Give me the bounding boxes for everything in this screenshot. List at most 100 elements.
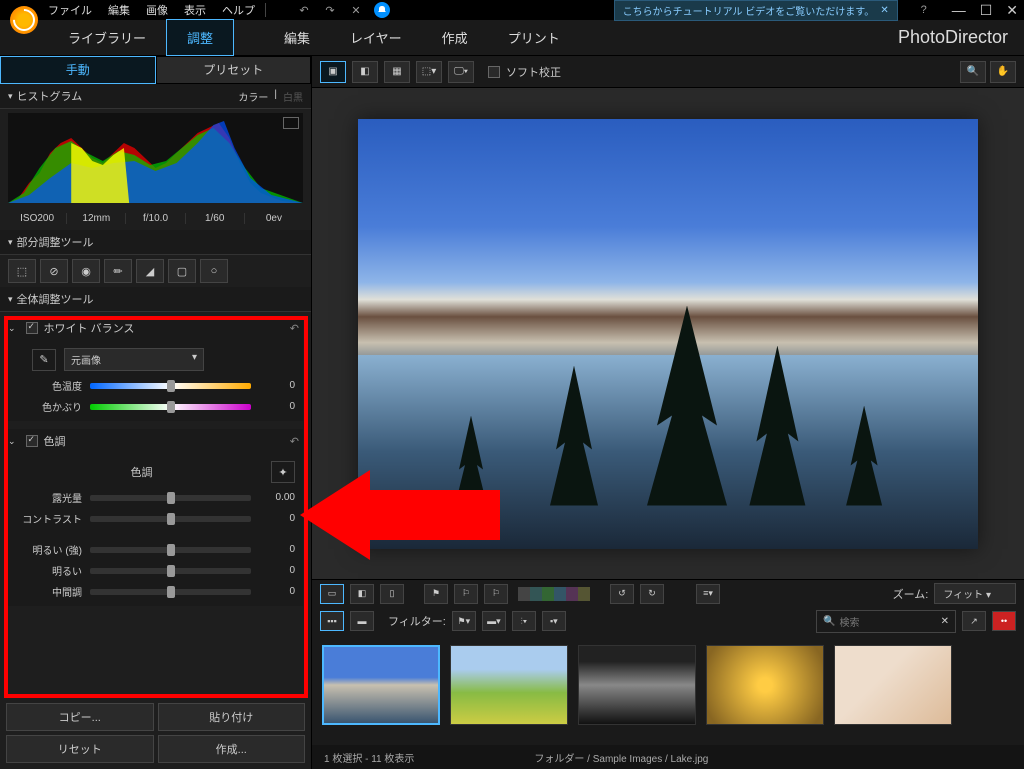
rotate-cw-icon[interactable]: ↻ [640,584,664,604]
clipping-warn-icon[interactable] [283,117,299,129]
auto-tone-icon[interactable]: ✦ [271,461,295,483]
clear-search-icon[interactable]: ✕ [941,616,949,627]
histo-bw[interactable]: 白黒 [283,89,303,104]
share-icon[interactable]: •• [992,611,1016,631]
chevron-down-icon: ▾ [8,237,13,248]
gradient-tool-icon[interactable]: ◢ [136,259,164,283]
flag-reject-icon[interactable]: ⚐ [454,584,478,604]
copy-button[interactable]: コピー... [6,703,154,731]
tab-library[interactable]: ライブラリー [48,20,166,55]
close-icon[interactable]: ✕ [1006,2,1018,19]
view-multi-icon[interactable]: ⬚▾ [416,61,442,83]
menu-view[interactable]: 表示 [184,2,206,18]
histogram-display [8,113,303,203]
local-tools-header[interactable]: ▾ 部分調整ツール [0,230,311,255]
global-tools-header[interactable]: ▾ 全体調整ツール [0,287,311,312]
wb-preset-dropdown[interactable]: 元画像▾ [64,348,204,371]
layout-2-icon[interactable]: ◧ [350,584,374,604]
radial-tool-icon[interactable]: ▢ [168,259,196,283]
layout-1-icon[interactable]: ▭ [320,584,344,604]
chevron-down-icon: ▾ [192,352,197,367]
redo-icon[interactable]: ↷ [322,2,338,18]
tab-create[interactable]: 作成 [422,20,488,55]
tint-slider[interactable] [90,404,251,410]
thumbnail[interactable] [706,645,824,725]
rotate-ccw-icon[interactable]: ↺ [610,584,634,604]
spot-tool-icon[interactable]: ⊘ [40,259,68,283]
contrast-slider[interactable] [90,516,251,522]
thumbnail[interactable] [834,645,952,725]
undo-icon[interactable]: ↶ [296,2,312,18]
exposure-slider[interactable] [90,495,251,501]
chevron-down-icon: ▾ [8,91,13,102]
notification-icon[interactable] [374,2,390,18]
tab-adjust[interactable]: 調整 [166,19,234,56]
photo-preview [358,119,978,549]
eyedropper-icon[interactable]: ✎ [32,349,56,371]
redeye-tool-icon[interactable]: ◉ [72,259,100,283]
mask-tool-icon[interactable]: ○ [200,259,228,283]
highlights-slider[interactable] [90,547,251,553]
thumb-size-2-icon[interactable]: ▬ [350,611,374,631]
color-labels[interactable] [518,587,590,601]
subtab-manual[interactable]: 手動 [0,56,156,84]
histo-color[interactable]: カラー [238,89,268,104]
maximize-icon[interactable]: ☐ [980,2,993,19]
help-icon[interactable]: ? [916,2,932,18]
export-icon[interactable]: ↗ [962,611,986,631]
view-single-icon[interactable]: ▣ [320,61,346,83]
thumbnail[interactable] [450,645,568,725]
search-input[interactable]: 🔍 検索 ✕ [816,610,956,633]
tools-icon[interactable]: ✕ [348,2,364,18]
crop-tool-icon[interactable]: ⬚ [8,259,36,283]
thumbnail[interactable] [322,645,440,725]
view-compare-icon[interactable]: ◧ [352,61,378,83]
view-secondary-icon[interactable]: 🖵▾ [448,61,474,83]
wb-checkbox[interactable] [26,322,38,334]
layout-3-icon[interactable]: ▯ [380,584,404,604]
promo-banner[interactable]: こちらからチュートリアル ビデオをご覧いただけます。 ✕ [614,0,898,21]
filter-flag-icon[interactable]: ⚑▾ [452,611,476,631]
chevron-down-icon[interactable]: ⌄ [8,323,16,334]
sort-icon[interactable]: ≡▾ [696,584,720,604]
image-canvas[interactable] [312,88,1024,579]
wb-title: ホワイト バランス [44,320,135,336]
menu-image[interactable]: 画像 [146,2,168,18]
filter-label-icon[interactable]: ▬▾ [482,611,506,631]
tab-layer[interactable]: レイヤー [330,20,422,55]
menu-file[interactable]: ファイル [48,2,92,18]
tone-checkbox[interactable] [26,435,38,447]
subtab-preset[interactable]: プリセット [156,56,312,84]
zoom-tool-icon[interactable]: 🔍 [960,61,986,83]
brush-tool-icon[interactable]: ✏ [104,259,132,283]
pan-tool-icon[interactable]: ✋ [990,61,1016,83]
reset-icon[interactable]: ↶ [290,435,299,448]
thumbnail[interactable] [578,645,696,725]
menu-help[interactable]: ヘルプ [222,2,255,18]
midtones-slider[interactable] [90,589,251,595]
lights-slider[interactable] [90,568,251,574]
softproof-checkbox[interactable] [488,66,500,78]
filmstrip[interactable] [312,635,1024,745]
flag-x-icon[interactable]: ⚐ [484,584,508,604]
tab-print[interactable]: プリント [488,20,580,55]
filter-rating-icon[interactable]: ⫶▾ [512,611,536,631]
chevron-down-icon: ▾ [8,294,13,305]
flag-pick-icon[interactable]: ⚑ [424,584,448,604]
minimize-icon[interactable]: — [952,2,966,19]
tab-edit[interactable]: 編集 [264,20,330,55]
menu-edit[interactable]: 編集 [108,2,130,18]
reset-button[interactable]: リセット [6,735,154,763]
create-button[interactable]: 作成... [158,735,306,763]
reset-icon[interactable]: ↶ [290,322,299,335]
histogram-header[interactable]: ▾ ヒストグラム カラー | 白黒 [0,84,311,109]
paste-button[interactable]: 貼り付け [158,703,306,731]
temperature-slider[interactable] [90,383,251,389]
thumb-size-1-icon[interactable]: ▪▪▪ [320,611,344,631]
zoom-dropdown[interactable]: フィット ▾ [934,583,1016,604]
status-path: フォルダー / Sample Images / Lake.jpg [534,750,708,765]
filter-stack-icon[interactable]: ▪▾ [542,611,566,631]
promo-close-icon[interactable]: ✕ [880,5,888,16]
view-grid-icon[interactable]: ▦ [384,61,410,83]
chevron-down-icon[interactable]: ⌄ [8,436,16,447]
